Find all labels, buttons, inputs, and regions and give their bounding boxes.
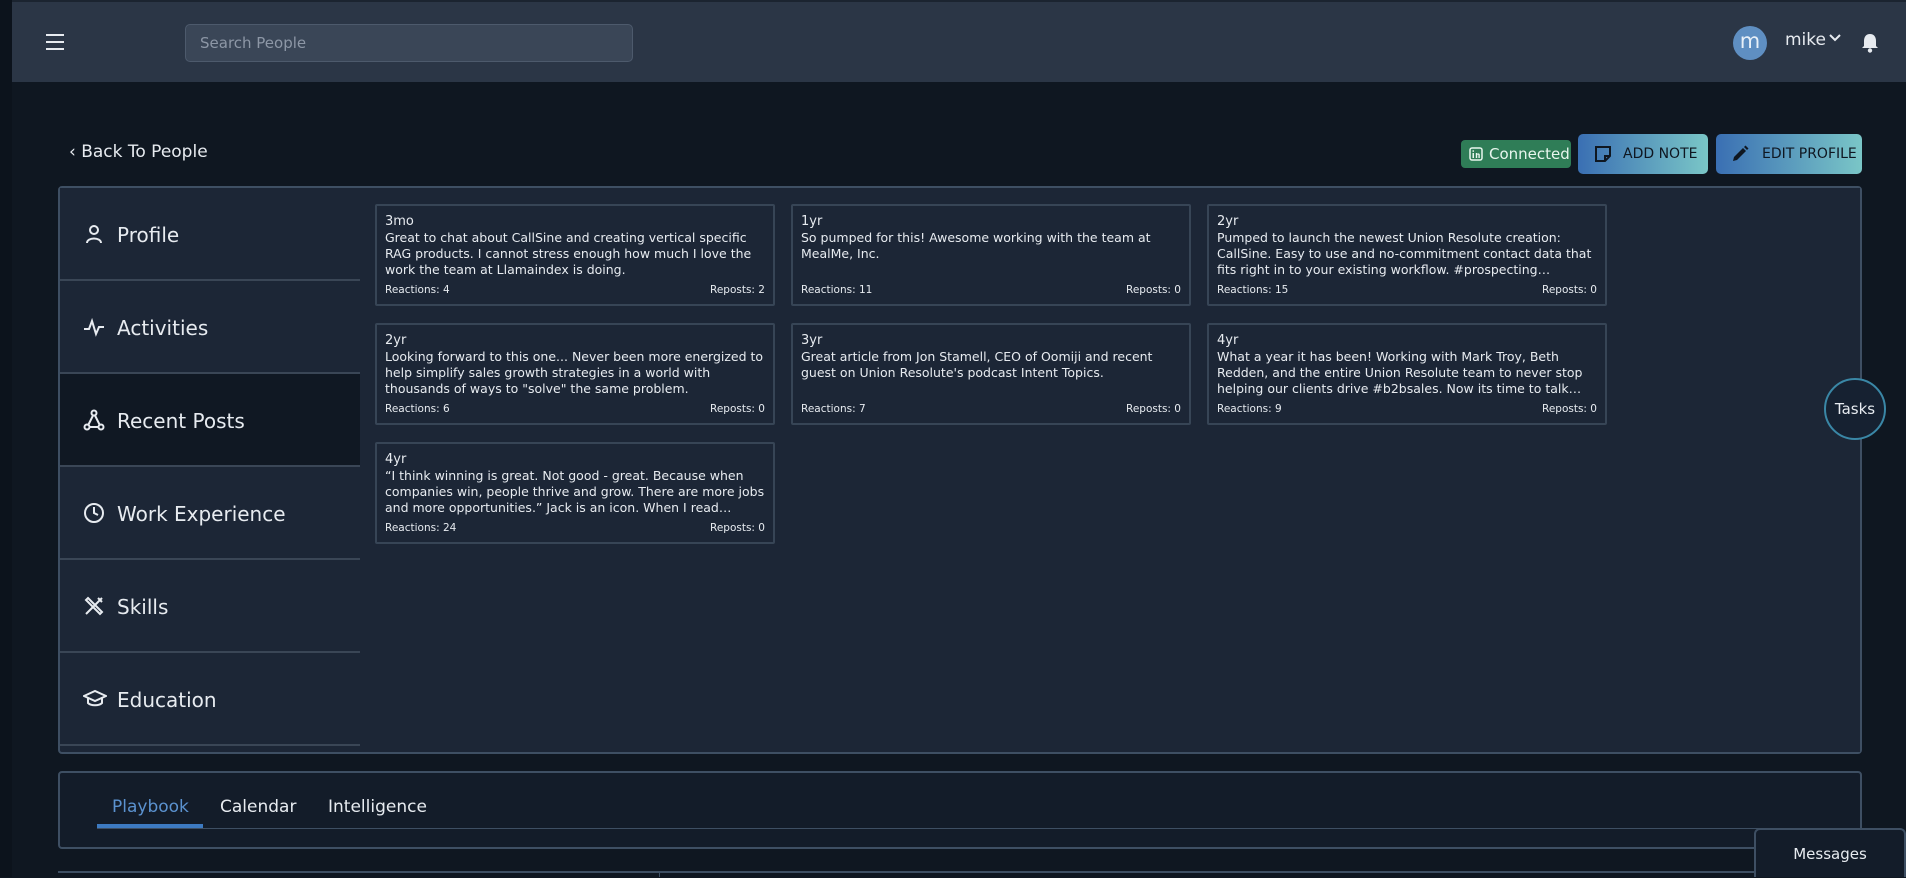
- post-text: Great article from Jon Stamell, CEO of O…: [801, 349, 1153, 380]
- clock-icon: [84, 503, 104, 523]
- post-text: What a year it has been! Working with Ma…: [1217, 349, 1583, 396]
- post-age: 3mo: [385, 214, 414, 229]
- tabs-divider: [97, 828, 1827, 829]
- sidebar-item-label: Recent Posts: [117, 409, 245, 433]
- connected-label: Connected: [1489, 145, 1570, 163]
- post-card[interactable]: 4yr What a year it has been! Working wit…: [1207, 323, 1607, 425]
- person-icon: [86, 225, 102, 244]
- post-text: Great to chat about CallSine and creatin…: [385, 230, 752, 277]
- sidebar-item-label: Activities: [117, 316, 209, 340]
- window-edge: [0, 0, 12, 877]
- sidebar-item-label: Work Experience: [117, 502, 286, 526]
- edit-profile-label: EDIT PROFILE: [1762, 146, 1857, 162]
- post-reposts: Reposts: 0: [1126, 284, 1181, 296]
- tools-icon: [84, 596, 104, 616]
- bell-icon[interactable]: [1861, 33, 1879, 53]
- post-reposts: Reposts: 0: [1542, 403, 1597, 415]
- post-age: 4yr: [385, 452, 407, 467]
- add-note-label: ADD NOTE: [1623, 146, 1698, 162]
- post-age: 1yr: [801, 214, 823, 229]
- post-age: 3yr: [801, 333, 823, 348]
- post-reposts: Reposts: 0: [710, 522, 765, 534]
- sidebar-item-label: Skills: [117, 595, 169, 619]
- chevron-down-icon[interactable]: [1829, 34, 1841, 42]
- post-card[interactable]: 3yr Great article from Jon Stamell, CEO …: [791, 323, 1191, 425]
- post-reposts: Reposts: 0: [710, 403, 765, 415]
- post-card[interactable]: 2yr Pumped to launch the newest Union Re…: [1207, 204, 1607, 306]
- messages-button[interactable]: Messages: [1754, 828, 1906, 877]
- sidebar-item-label: Profile: [117, 223, 180, 247]
- post-reactions: Reactions: 7: [801, 403, 866, 415]
- post-reactions: Reactions: 4: [385, 284, 450, 296]
- post-reposts: Reposts: 0: [1126, 403, 1181, 415]
- user-menu-name[interactable]: mike: [1785, 30, 1826, 50]
- post-card[interactable]: 2yr Looking forward to this one... Never…: [375, 323, 775, 425]
- sidebar-item-label: Education: [117, 688, 217, 712]
- lower-panel-edge: [58, 871, 1862, 877]
- post-reactions: Reactions: 11: [801, 284, 873, 296]
- menu-icon[interactable]: [46, 34, 64, 50]
- post-text: Looking forward to this one... Never bee…: [385, 349, 764, 396]
- post-age: 2yr: [385, 333, 407, 348]
- lower-panel-divider: [659, 871, 660, 877]
- post-card[interactable]: 3mo Great to chat about CallSine and cre…: [375, 204, 775, 306]
- edit-profile-button[interactable]: EDIT PROFILE: [1716, 134, 1862, 174]
- recent-posts-content: 3mo Great to chat about CallSine and cre…: [362, 188, 1860, 752]
- sidebar-item-profile[interactable]: Profile: [60, 188, 360, 281]
- top-navigation-bar: m mike: [12, 0, 1906, 82]
- graduation-cap-icon: [83, 689, 107, 707]
- tab-playbook[interactable]: Playbook: [112, 797, 189, 817]
- post-text: Pumped to launch the newest Union Resolu…: [1217, 230, 1592, 277]
- profile-sidebar: Profile Activities Recent Posts Work Exp…: [60, 188, 360, 752]
- active-tab-indicator: [97, 824, 203, 828]
- pencil-icon: [1733, 145, 1749, 161]
- linkedin-icon: [1469, 147, 1483, 161]
- back-label: Back To People: [81, 142, 208, 162]
- lower-tabs-bar: Playbook Calendar Intelligence: [58, 771, 1862, 849]
- search-input[interactable]: [185, 24, 633, 62]
- tab-calendar[interactable]: Calendar: [220, 797, 296, 817]
- post-reposts: Reposts: 0: [1542, 284, 1597, 296]
- post-card[interactable]: 1yr So pumped for this! Awesome working …: [791, 204, 1191, 306]
- sticky-note-icon: [1595, 146, 1611, 162]
- avatar[interactable]: m: [1733, 26, 1767, 60]
- back-to-people-link[interactable]: ‹ Back To People: [69, 142, 208, 162]
- network-icon: [83, 409, 105, 431]
- post-text: So pumped for this! Awesome working with…: [801, 230, 1151, 261]
- sidebar-item-skills[interactable]: Skills: [60, 560, 360, 653]
- profile-panel: Profile Activities Recent Posts Work Exp…: [58, 186, 1862, 754]
- sidebar-item-education[interactable]: Education: [60, 653, 360, 746]
- activity-pulse-icon: [84, 317, 104, 337]
- post-reactions: Reactions: 15: [1217, 284, 1289, 296]
- sidebar-item-recent-posts[interactable]: Recent Posts: [60, 374, 360, 467]
- sidebar-item-activities[interactable]: Activities: [60, 281, 360, 374]
- connected-badge: Connected: [1461, 140, 1571, 168]
- tasks-button[interactable]: Tasks: [1824, 378, 1886, 440]
- post-age: 2yr: [1217, 214, 1239, 229]
- sidebar-item-work-experience[interactable]: Work Experience: [60, 467, 360, 560]
- post-card[interactable]: 4yr “I think winning is great. Not good …: [375, 442, 775, 544]
- post-reactions: Reactions: 24: [385, 522, 457, 534]
- post-age: 4yr: [1217, 333, 1239, 348]
- add-note-button[interactable]: ADD NOTE: [1578, 134, 1708, 174]
- post-text: “I think winning is great. Not good - gr…: [385, 468, 765, 515]
- post-reactions: Reactions: 6: [385, 403, 450, 415]
- post-reactions: Reactions: 9: [1217, 403, 1282, 415]
- tab-intelligence[interactable]: Intelligence: [328, 797, 427, 817]
- post-reposts: Reposts: 2: [710, 284, 765, 296]
